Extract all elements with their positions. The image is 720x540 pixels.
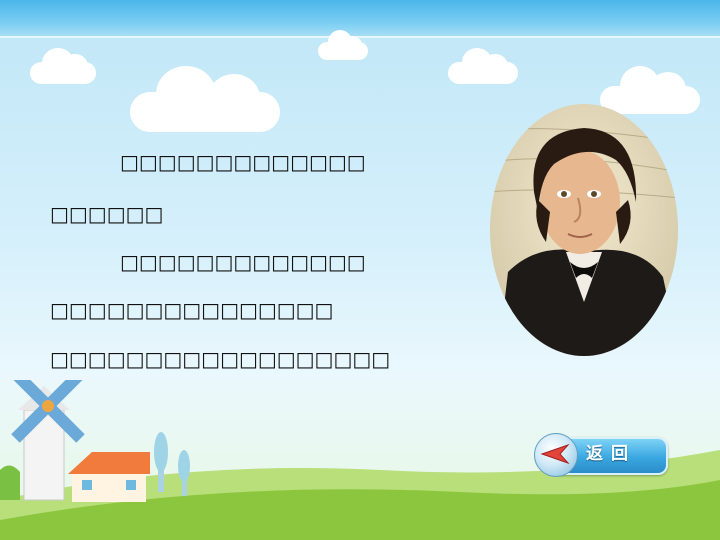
text-line-1: □□□□□□□□□□□□□ [120, 150, 366, 174]
back-button[interactable]: 返回 [534, 433, 668, 477]
cloud [318, 30, 368, 60]
text-line-5: □□□□□□□□□□□□□□□□□□ [50, 347, 391, 371]
left-arrow-icon [540, 443, 570, 465]
text-line-3: □□□□□□□□□□□□□ [120, 250, 366, 274]
cloud [30, 48, 96, 84]
text-line-2: □□□□□□ [50, 202, 164, 226]
author-portrait [490, 104, 678, 356]
cloud [130, 66, 280, 132]
top-banner [0, 0, 720, 38]
text-line-4: □□□□□□□□□□□□□□□ [50, 298, 334, 322]
back-button-label: 返回 [586, 444, 636, 464]
slide: □□□□□□□□□□□□□ □□□□□□ □□□□□□□□□□□□□ □□□□□… [0, 0, 720, 540]
cloud [448, 48, 518, 84]
